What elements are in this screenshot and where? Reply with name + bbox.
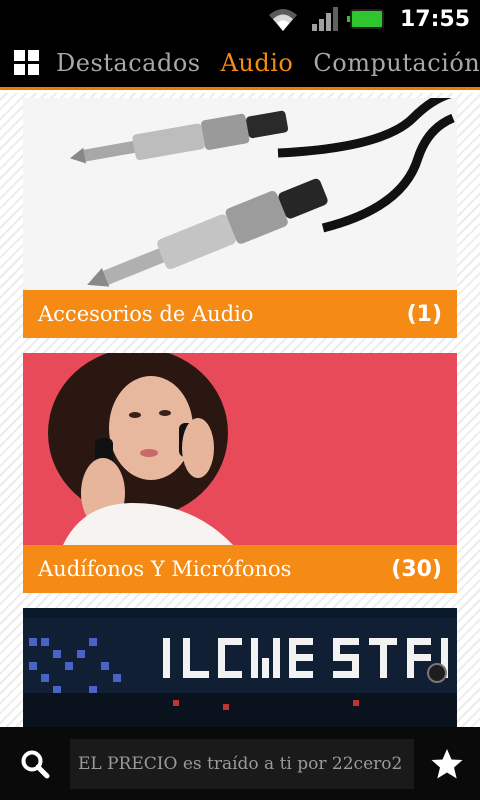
promo-marquee: EL PRECIO es traído a ti por 22cero2 <box>70 738 414 789</box>
promo-marquee-text: EL PRECIO es traído a ti por 22cero2 <box>78 753 403 774</box>
category-list: Accesorios de Audio (1) Audífonos Y Micr… <box>0 93 480 727</box>
status-icons: 17:55 <box>266 5 470 33</box>
tab-destacados[interactable]: Destacados <box>56 49 201 77</box>
category-tab-bar: Destacados Audio Computación <box>0 38 480 90</box>
card-caption: Audífonos Y Micrófonos (30) <box>23 545 457 593</box>
card-caption: Accesorios de Audio (1) <box>23 290 457 338</box>
card-title: Accesorios de Audio <box>38 302 254 326</box>
bottom-bar: EL PRECIO es traído a ti por 22cero2 <box>0 727 480 800</box>
wifi-icon <box>268 9 297 31</box>
woman-with-headphones-image <box>23 353 457 545</box>
category-card-led[interactable] <box>23 608 457 727</box>
audio-jack-cables-image <box>23 98 457 290</box>
card-count: (30) <box>391 556 442 582</box>
status-bar: 17:55 <box>0 0 480 38</box>
signal-icon <box>311 7 338 31</box>
grid-icon[interactable] <box>14 49 40 76</box>
card-count: (1) <box>406 301 442 327</box>
search-icon <box>21 750 50 778</box>
star-icon <box>431 748 463 778</box>
battery-icon <box>346 9 384 29</box>
category-card-accesorios[interactable]: Accesorios de Audio (1) <box>23 98 457 338</box>
status-time: 17:55 <box>399 6 470 32</box>
category-card-audifonos[interactable]: Audífonos Y Micrófonos (30) <box>23 353 457 593</box>
tab-computacion[interactable]: Computación <box>313 49 480 77</box>
favorites-button[interactable] <box>414 727 480 800</box>
led-display-image <box>23 608 457 727</box>
tab-audio[interactable]: Audio <box>221 49 294 77</box>
card-title: Audífonos Y Micrófonos <box>38 557 292 581</box>
search-button[interactable] <box>0 727 70 800</box>
